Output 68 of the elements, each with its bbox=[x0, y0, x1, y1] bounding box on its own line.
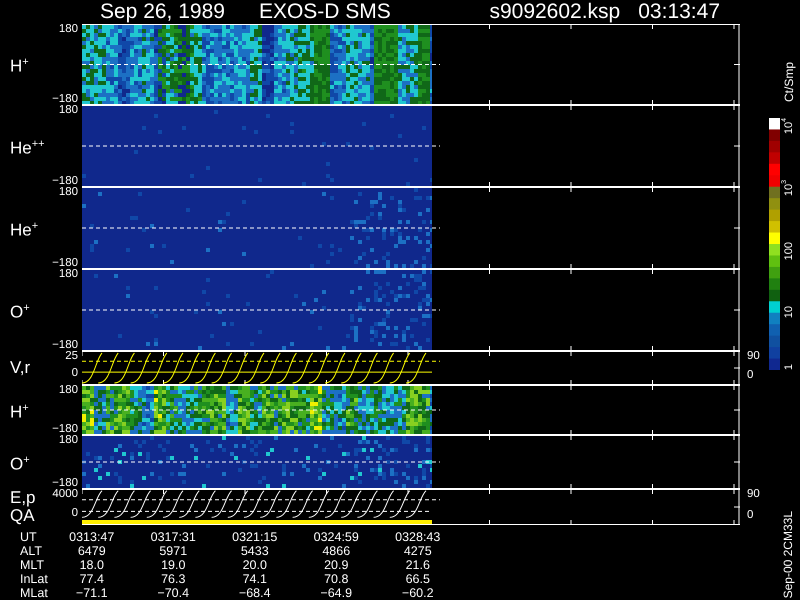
file-name: s9092602.ksp bbox=[489, 1, 620, 23]
axis-tick-label: 180 bbox=[58, 385, 78, 396]
axis-tick-label: 25 bbox=[65, 351, 78, 362]
table-cell: 4275 bbox=[404, 544, 432, 558]
axis-tick-label: 180 bbox=[58, 105, 78, 116]
axis-tick-label: 0 bbox=[72, 508, 78, 519]
panel-label: He$^{++}$ bbox=[10, 136, 46, 158]
table-cell: 20.0 bbox=[242, 558, 267, 572]
color-scale-label: 10 bbox=[782, 306, 796, 318]
table-row-label: ALT bbox=[20, 544, 42, 558]
axis-tick-label: 180 bbox=[58, 24, 78, 35]
time-label: 03:13:47 bbox=[638, 1, 720, 23]
table-row-label: UT bbox=[20, 530, 37, 544]
table-cell: 19.0 bbox=[161, 558, 186, 572]
table-cell: 21.6 bbox=[406, 558, 430, 572]
color-scale-label: 100 bbox=[782, 242, 796, 260]
table-cell: 0324:59 bbox=[314, 530, 359, 544]
table-cell: 66.5 bbox=[406, 572, 430, 586]
table-cell: 20.9 bbox=[324, 558, 348, 572]
table-cell: 0313:47 bbox=[69, 530, 114, 544]
table-cell: 0328:43 bbox=[395, 530, 440, 544]
table-cell: 4866 bbox=[322, 544, 350, 558]
table-cell: −60.2 bbox=[402, 586, 434, 600]
axis-tick-label: 90 bbox=[747, 351, 761, 362]
table-cell: 0317:31 bbox=[150, 530, 196, 544]
panel-label: E,p bbox=[10, 489, 37, 507]
table-cell: 18.0 bbox=[80, 558, 104, 572]
table-cell: 70.8 bbox=[324, 572, 348, 586]
axis-tick-label: −180 bbox=[52, 478, 78, 489]
unit-label: Ct/Smp bbox=[783, 62, 796, 102]
panel-label: QA bbox=[10, 507, 36, 525]
panel-label: O$^{+}$ bbox=[10, 452, 31, 474]
axis-tick-label: 0 bbox=[747, 370, 754, 381]
table-row-label: MLat bbox=[20, 586, 48, 600]
date-title: Sep 26, 1989 bbox=[100, 1, 225, 23]
axis-tick-label: −180 bbox=[52, 424, 78, 435]
axis-tick-label: 180 bbox=[58, 435, 78, 446]
color-scale-label: 1 bbox=[782, 364, 796, 370]
table-cell: −70.4 bbox=[157, 586, 190, 600]
axis-tick-label: −180 bbox=[52, 94, 78, 105]
panel-label: V,r bbox=[10, 359, 32, 377]
panel-label: O$^{+}$ bbox=[10, 300, 31, 322]
table-row-label: MLT bbox=[20, 558, 44, 572]
table-cell: 0321:15 bbox=[232, 530, 278, 544]
table-cell: −71.1 bbox=[76, 586, 108, 600]
footer-code: Sep-00 2CM33L bbox=[782, 510, 795, 598]
axis-tick-label: −180 bbox=[52, 258, 78, 269]
table-cell: 6479 bbox=[78, 544, 106, 558]
instrument-title: EXOS-D SMS bbox=[258, 1, 391, 23]
table-cell: 74.1 bbox=[242, 572, 267, 586]
axis-tick-label: 180 bbox=[58, 187, 78, 198]
axis-tick-label: 4000 bbox=[52, 489, 78, 500]
panel-label: He$^{+}$ bbox=[10, 218, 40, 240]
table-cell: 77.4 bbox=[80, 572, 104, 586]
table-cell: −68.4 bbox=[238, 586, 271, 600]
table-cell: 5433 bbox=[240, 544, 269, 558]
axis-tick-label: 0 bbox=[747, 510, 754, 521]
table-cell: 76.3 bbox=[161, 572, 186, 586]
table-row-label: InLat bbox=[20, 572, 48, 586]
table-cell: −64.9 bbox=[320, 586, 352, 600]
axis-tick-label: −180 bbox=[52, 340, 78, 351]
axis-tick-label: −180 bbox=[52, 176, 78, 187]
table-cell: 5971 bbox=[159, 544, 188, 558]
axis-tick-label: 0 bbox=[72, 368, 78, 379]
panel-label: H$^{+}$ bbox=[10, 55, 30, 76]
axis-tick-label: 90 bbox=[747, 489, 761, 500]
panel-label: H$^{+}$ bbox=[10, 400, 30, 422]
axis-tick-label: 180 bbox=[58, 269, 78, 280]
